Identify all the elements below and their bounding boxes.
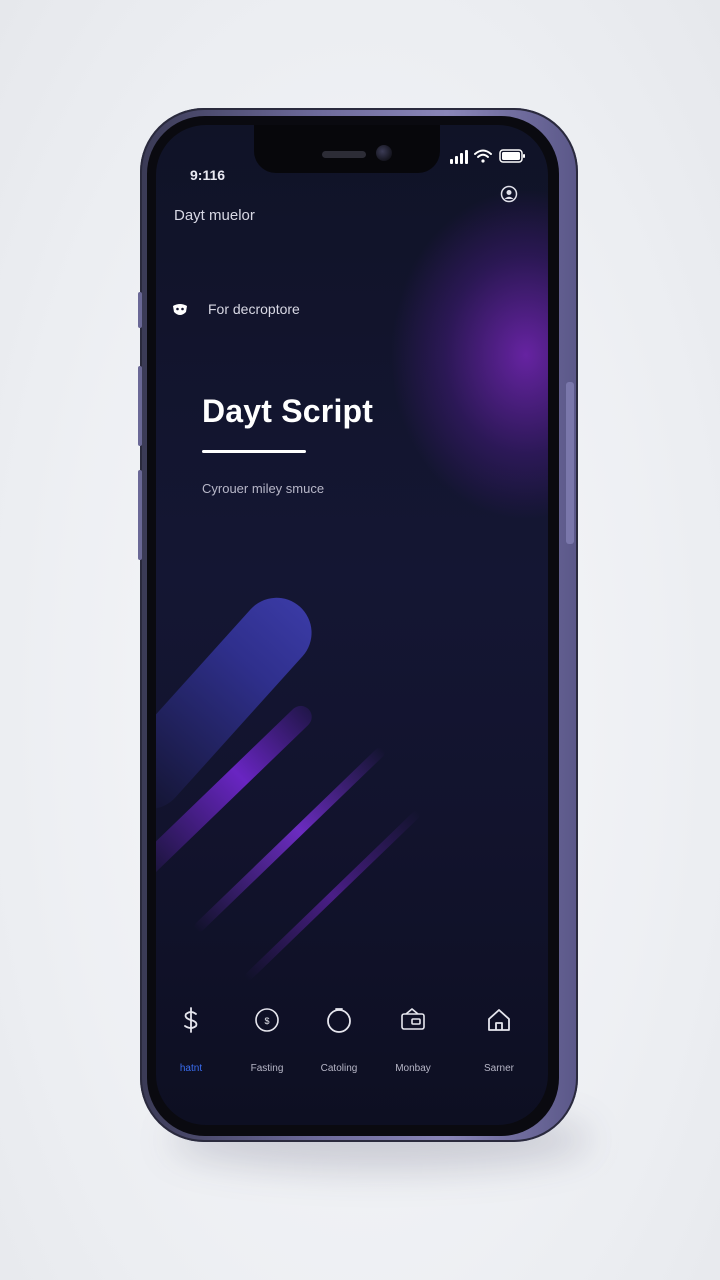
decorative-streak [192, 745, 387, 934]
app-title: Dayt muelor [174, 207, 255, 224]
battery-icon [499, 149, 525, 163]
mute-switch [138, 292, 142, 328]
bottom-tab-bar: hatnt $ Fasting Catoling Monbay Sarner [156, 995, 548, 1105]
decorative-streak [243, 809, 422, 982]
camera-notch [254, 125, 440, 173]
status-time: 9:116 [190, 167, 226, 183]
tab-label: Sarner [483, 1063, 514, 1074]
tab-label: Catoling [320, 1063, 358, 1074]
tab-label: Monbay [395, 1063, 431, 1074]
earpiece-speaker [322, 151, 366, 158]
dollar-icon [184, 1007, 198, 1033]
home-icon [488, 1009, 510, 1031]
tab-label: hatnt [179, 1063, 203, 1074]
wifi-icon [474, 149, 492, 163]
tab-hatnt[interactable]: hatnt [156, 995, 226, 1095]
profile-icon[interactable] [500, 185, 518, 203]
circle-icon [327, 1008, 351, 1033]
hero-title: Dayt Script [202, 393, 374, 429]
background: 9:116 Dayt muelor For decroptore Dayt Sc… [0, 0, 720, 1280]
volume-up-button [138, 366, 142, 446]
tab-fasting[interactable]: $ Fasting [232, 995, 302, 1095]
wallet-icon [401, 1008, 425, 1030]
hero-divider [202, 450, 306, 453]
cellular-signal-icon [450, 150, 468, 164]
status-icons [450, 149, 525, 164]
phone-screen: 9:116 Dayt muelor For decroptore Dayt Sc… [156, 125, 548, 1125]
power-button [566, 382, 574, 544]
section-label: For decroptore [208, 301, 300, 317]
hero-subtitle: Cyrouer miley smuce [202, 481, 325, 496]
coin-icon: $ [255, 1008, 279, 1032]
mask-icon [173, 304, 187, 315]
tab-sarner[interactable]: Sarner [464, 995, 534, 1095]
tab-label: Fasting [250, 1063, 284, 1074]
tab-catoling[interactable]: Catoling [304, 995, 374, 1095]
volume-down-button [138, 470, 142, 560]
tab-monbay[interactable]: Monbay [378, 995, 448, 1095]
svg-text:$: $ [264, 1016, 269, 1026]
front-camera [376, 145, 392, 161]
